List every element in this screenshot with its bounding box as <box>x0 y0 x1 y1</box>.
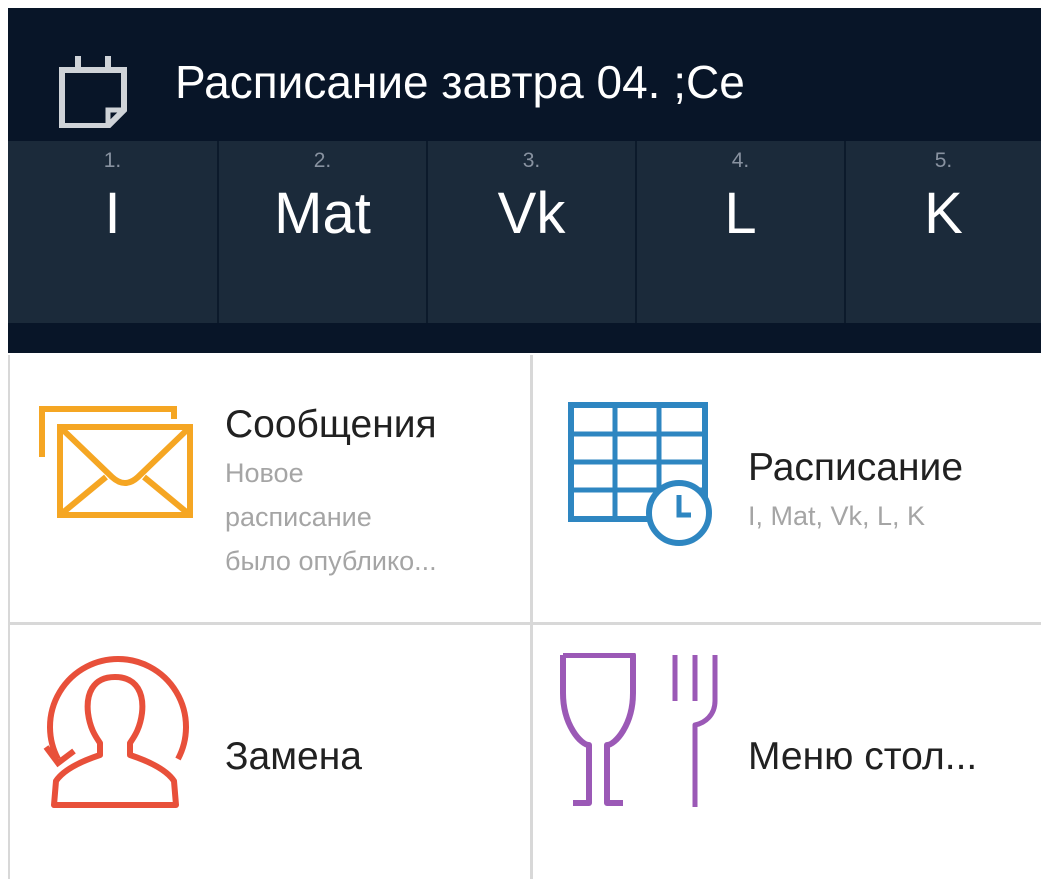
period-cell[interactable]: 4. L <box>637 141 846 323</box>
substitution-tile[interactable]: Замена <box>10 625 530 879</box>
period-number: 5. <box>934 149 953 172</box>
tile-subtitle: I, Mat, Vk, L, K <box>748 501 926 531</box>
period-cell[interactable]: 1. I <box>8 141 219 323</box>
period-number: 3. <box>522 149 541 172</box>
glass-fork-icon <box>560 653 718 807</box>
period-subject: L <box>724 181 757 246</box>
period-number: 2. <box>313 149 332 172</box>
header-top-bar: Расписание завтра 04. ;Се <box>8 8 1041 141</box>
person-swap-icon <box>43 656 189 808</box>
cafeteria-tile[interactable]: Меню стол... <box>533 625 1041 879</box>
tile-subtitle: Новое <box>225 458 304 488</box>
schedule-tile[interactable]: Расписание I, Mat, Vk, L, K <box>533 355 1041 622</box>
tile-title: Замена <box>225 735 362 778</box>
period-number: 1. <box>103 149 122 172</box>
tile-title: Меню стол... <box>748 735 978 778</box>
period-subject: K <box>924 181 963 246</box>
messages-tile[interactable]: Сообщения Новое расписание было опублико… <box>10 355 530 622</box>
tile-title: Сообщения <box>225 403 437 446</box>
envelope-icon <box>39 406 193 518</box>
tile-subtitle: было опублико... <box>225 546 437 576</box>
period-cell[interactable]: 5. K <box>846 141 1041 323</box>
timetable-clock-icon <box>568 402 712 546</box>
period-subject: Vk <box>497 181 566 246</box>
calendar-icon <box>59 56 127 128</box>
tile-title: Расписание <box>748 446 964 489</box>
header-title: Расписание завтра 04. ;Се <box>175 56 745 108</box>
period-subject: Mat <box>274 181 371 246</box>
period-number: 4. <box>731 149 750 172</box>
tile-subtitle: расписание <box>225 502 372 532</box>
period-cell[interactable]: 2. Mat <box>219 141 428 323</box>
period-strip: 1. I 2. Mat 3. Vk 4. L 5. K <box>8 141 1041 323</box>
period-cell[interactable]: 3. Vk <box>428 141 637 323</box>
schedule-header[interactable]: Расписание завтра 04. ;Се 1. I 2. Mat 3.… <box>8 8 1041 353</box>
period-subject: I <box>104 181 121 246</box>
